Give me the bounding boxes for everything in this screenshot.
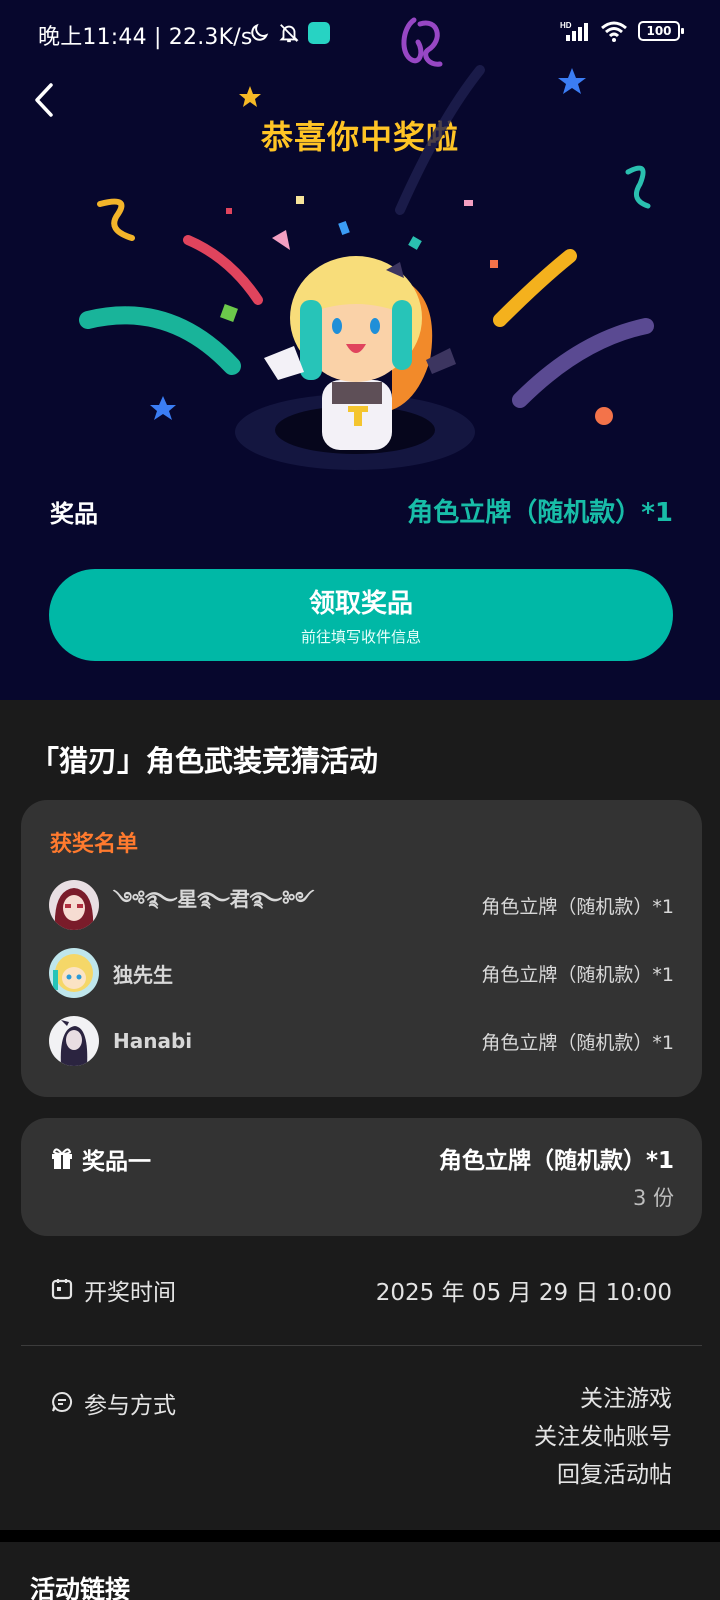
- prize-count: 3 份: [632, 1186, 674, 1210]
- winner-name: ༺࿐星࿐君࿐༻: [113, 887, 315, 911]
- draw-time-row: 开奖时间 2025 年 05 月 29 日 10:00: [50, 1273, 672, 1307]
- draw-time-label: 开奖时间: [84, 1280, 176, 1306]
- prize-tier-value: 角色立牌（随机款）*1: [438, 1148, 674, 1174]
- gift-icon: [52, 1148, 72, 1169]
- draw-time-value: 2025 年 05 月 29 日 10:00: [375, 1280, 672, 1306]
- red-haired-girl-avatar: [49, 880, 99, 930]
- calendar-icon: [51, 1279, 73, 1300]
- participation-row: 参与方式 关注游戏 关注发帖账号 回复活动帖: [50, 1386, 672, 1506]
- participation-item-reply-post: 回复活动帖: [557, 1462, 672, 1488]
- winners-heading: 获奖名单: [50, 832, 139, 857]
- chat-bubble-icon: [52, 1391, 73, 1412]
- participation-list: 关注游戏 关注发帖账号 回复活动帖: [534, 1380, 672, 1494]
- winner-row[interactable]: 独先生 角色立牌（随机款）*1: [49, 948, 674, 998]
- prize-hero: 晚上11:44 | 22.3K/s HD 100 恭喜你中奖啦 奖品 角色立牌（…: [0, 0, 720, 700]
- prize-value: 角色立牌（随机款）*1: [407, 498, 673, 528]
- prize-tier-card: 奖品一 角色立牌（随机款）*1 3 份: [21, 1118, 702, 1236]
- winners-card: 获奖名单 ༺࿐星࿐君࿐༻ 角色立牌（随机款）*1 独先生 角色立牌（随机款）*1…: [21, 800, 702, 1097]
- divider: [21, 1345, 702, 1346]
- winner-row[interactable]: ༺࿐星࿐君࿐༻ 角色立牌（随机款）*1: [49, 880, 674, 930]
- claim-prize-button[interactable]: 领取奖品 前往填写收件信息: [49, 569, 673, 661]
- winner-name: Hanabi: [113, 1029, 193, 1053]
- links-section-title: 活动链接: [30, 1575, 131, 1600]
- winner-prize: 角色立牌（随机款）*1: [481, 963, 674, 986]
- dark-haired-girl-avatar: [49, 1016, 99, 1066]
- prize-label: 奖品: [50, 500, 98, 528]
- winner-prize: 角色立牌（随机款）*1: [481, 1031, 674, 1054]
- activity-title: 「猎刃」角色武装竞猜活动: [30, 744, 379, 778]
- participation-label: 参与方式: [84, 1393, 176, 1419]
- winner-prize: 角色立牌（随机款）*1: [481, 895, 674, 918]
- participation-item-follow-poster: 关注发帖账号: [534, 1424, 672, 1450]
- winner-name: 独先生: [113, 962, 173, 987]
- prize-tier-label: 奖品一: [82, 1149, 151, 1175]
- claim-button-label: 领取奖品: [308, 589, 413, 619]
- celebration-illustration: [79, 65, 654, 470]
- section-gap: [0, 1530, 720, 1542]
- claim-button-sublabel: 前往填写收件信息: [300, 628, 421, 646]
- blonde-character-avatar: [49, 948, 99, 998]
- winner-row[interactable]: Hanabi 角色立牌（随机款）*1: [49, 1016, 674, 1066]
- participation-item-follow-game: 关注游戏: [580, 1386, 672, 1412]
